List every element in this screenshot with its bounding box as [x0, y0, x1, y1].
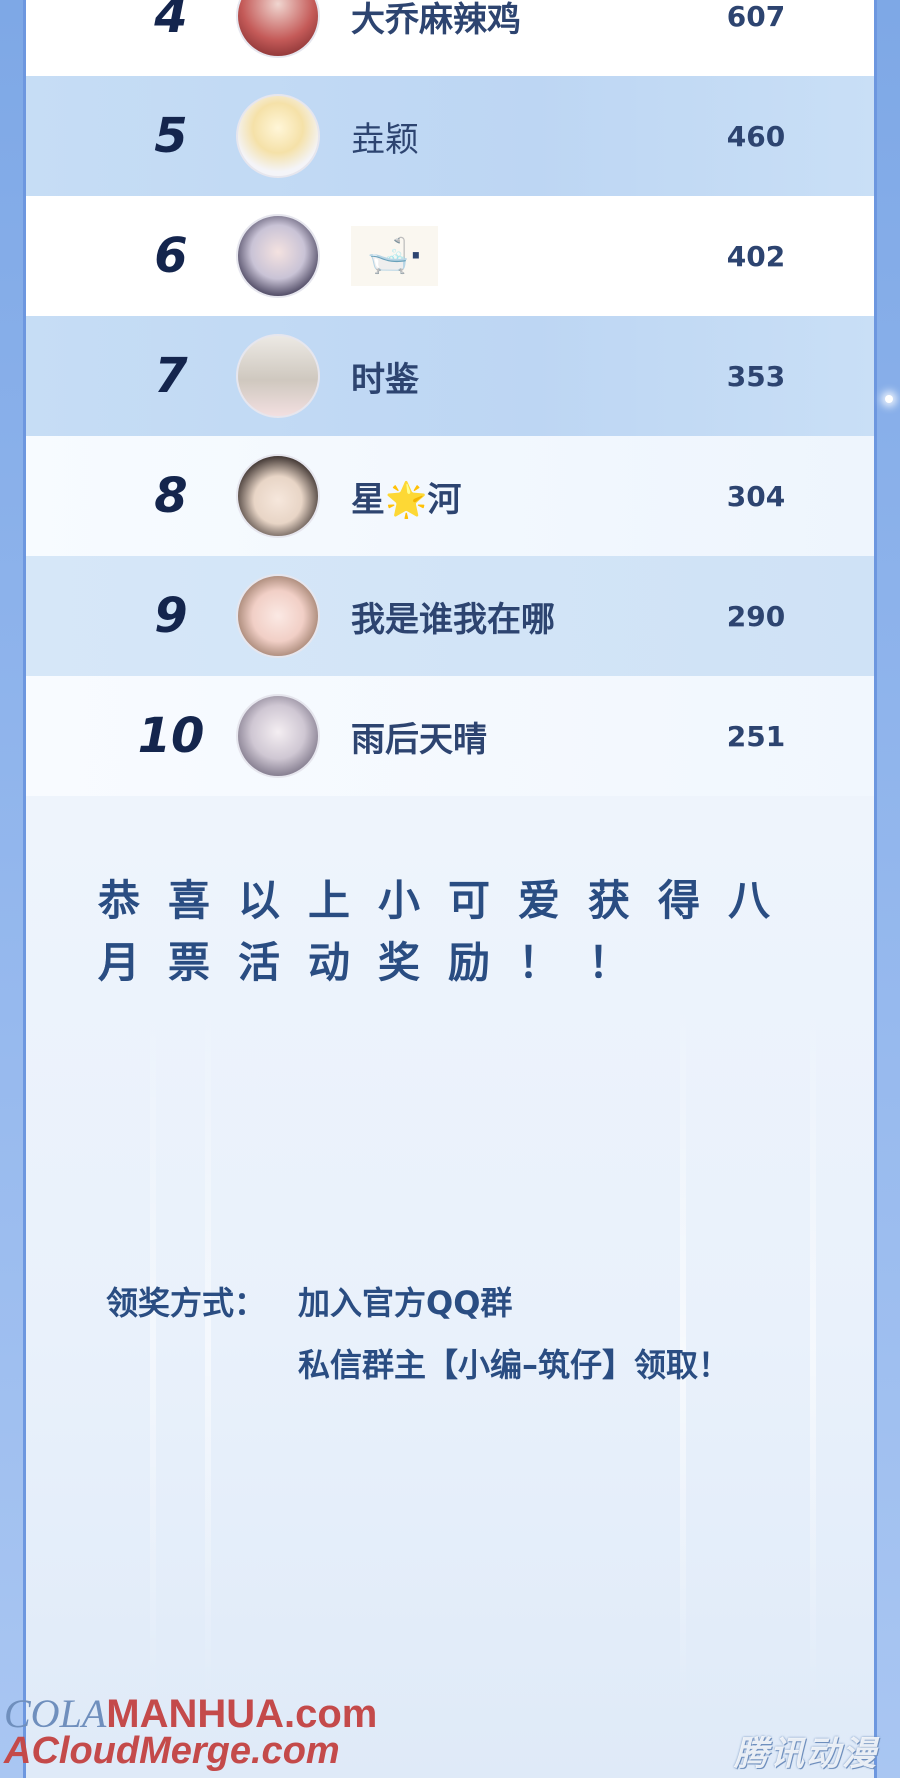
avatar [236, 574, 320, 658]
claim-line-1: 加入官方QQ群 [298, 1284, 513, 1322]
user-name: 垚颖 [351, 119, 419, 160]
vote-count: 353 [726, 359, 786, 393]
user-name: 星🌟河 [351, 479, 462, 520]
rank-number: 4 [154, 0, 188, 44]
avatar [236, 214, 320, 298]
user-name: 雨后天晴 [351, 719, 487, 760]
claim-line-2: 私信群主【小编–筑仔】领取！ [298, 1346, 731, 1384]
vote-count: 460 [726, 119, 786, 153]
claim-label: 领奖方式： [106, 1284, 267, 1322]
light-beam [150, 1000, 156, 1700]
sparkle-icon [885, 395, 893, 403]
leaderboard-row: 8 星🌟河 304 [26, 436, 874, 556]
rank-number: 10 [137, 708, 205, 764]
avatar [236, 0, 320, 58]
user-name: 我是谁我在哪 [351, 599, 555, 640]
leaderboard-row: 5 垚颖 460 [26, 76, 874, 196]
vote-count: 402 [726, 239, 786, 273]
vote-count: 290 [726, 599, 786, 633]
rank-number: 9 [154, 588, 188, 644]
avatar [236, 94, 320, 178]
publisher-logo: 腾讯动漫 [734, 1734, 878, 1774]
vote-count: 304 [726, 479, 786, 513]
leaderboard-row: 9 我是谁我在哪 290 [26, 556, 874, 676]
congrats-line-2: 月票活动奖励！！ [98, 938, 659, 987]
vote-count: 251 [726, 719, 786, 753]
light-beam [205, 1000, 211, 1700]
vote-count: 607 [726, 0, 786, 33]
user-name: 时鉴 [351, 359, 419, 400]
avatar [236, 694, 320, 778]
avatar [236, 454, 320, 538]
rank-number: 6 [154, 228, 188, 284]
light-beam [810, 1000, 816, 1700]
user-name: 🛁· [351, 226, 439, 286]
leaderboard-row: 6 🛁· 402 [26, 196, 874, 316]
leaderboard-row: 4 大乔麻辣鸡 607 [26, 0, 874, 76]
leaderboard-row: 10 雨后天晴 251 [26, 676, 874, 796]
leaderboard-row: 7 时鉴 353 [26, 316, 874, 436]
rank-number: 7 [154, 348, 188, 404]
rank-number: 5 [154, 108, 188, 164]
avatar [236, 334, 320, 418]
watermark-acloudmerge: ACloudMerge.com [4, 1730, 340, 1772]
rank-number: 8 [154, 468, 188, 524]
user-name: 大乔麻辣鸡 [351, 0, 521, 40]
